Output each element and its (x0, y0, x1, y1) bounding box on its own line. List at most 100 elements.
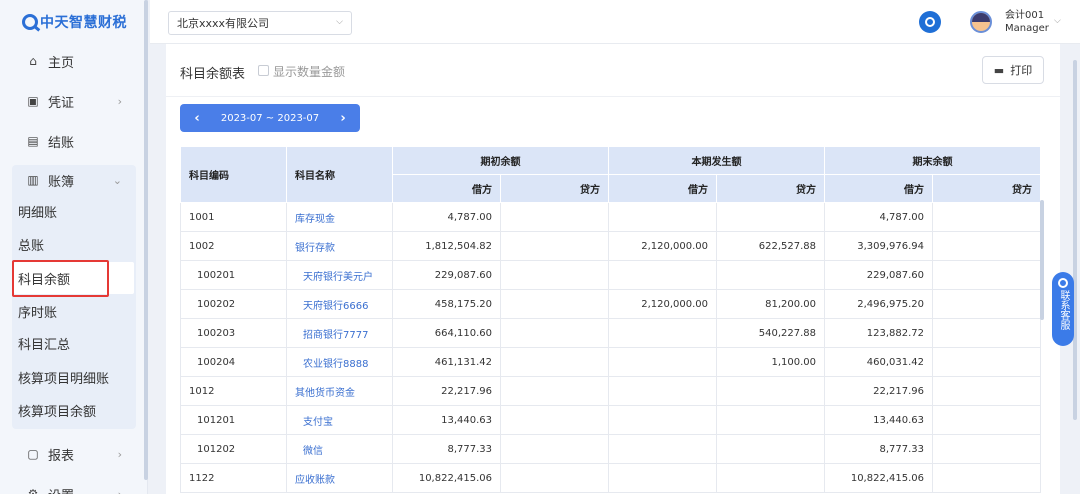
report-icon: ▢ (27, 447, 39, 461)
user-info[interactable]: 会计001 Manager (1005, 9, 1049, 35)
cell-closing-debit: 4,787.00 (824, 202, 933, 232)
sidebar: 中天智慧财税 ⌂ 主页 ▣ 凭证 › ▤ 结账 ▥ 账簿 ⌄ 明细账 总账 科目… (0, 0, 148, 494)
table-row[interactable]: 1002 银行存款 1,812,504.82 2,120,000.00 622,527.… (180, 231, 1041, 261)
cell-opening-credit (500, 405, 609, 435)
sidebar-item-home[interactable]: ⌂ 主页 (0, 41, 140, 81)
page-title: 科目余额表 (180, 67, 246, 82)
logo[interactable]: 中天智慧财税 (22, 11, 127, 33)
cell-closing-debit: 460,031.42 (824, 347, 933, 377)
col-header-name: 科目名称 (286, 146, 393, 203)
cell-opening-debit: 13,440.63 (392, 405, 501, 435)
cell-account-name[interactable]: 应收账款 (286, 463, 393, 493)
cell-account-name[interactable]: 库存现金 (286, 202, 393, 232)
show-qty-checkbox[interactable] (258, 65, 269, 76)
cell-account-name[interactable]: 天府银行6666 (286, 289, 393, 319)
cell-closing-credit (932, 434, 1041, 464)
period-selector: ‹ 2023-07 ~ 2023-07 › (180, 104, 360, 132)
chevron-down-icon: ⌵ (336, 17, 343, 27)
logo-mark-icon (22, 14, 38, 30)
cell-account-name[interactable]: 微信 (286, 434, 393, 464)
cell-closing-debit: 3,309,976.94 (824, 231, 933, 261)
col-header-debit: 借方 (824, 174, 933, 203)
cell-closing-credit (932, 347, 1041, 377)
cell-opening-credit (500, 289, 609, 319)
submenu-item-project-balance[interactable]: 核算项目余额 (18, 394, 96, 426)
cell-opening-credit (500, 347, 609, 377)
cell-opening-credit (500, 202, 609, 232)
sidebar-item-ledger[interactable]: ▥ 账簿 ⌄ (0, 160, 140, 200)
cell-account-name[interactable]: 天府银行美元户 (286, 260, 393, 290)
ledger-icon: ▥ (27, 173, 39, 187)
avatar[interactable] (970, 11, 992, 33)
next-period-icon[interactable]: › (326, 111, 360, 126)
page-scrollbar[interactable] (1073, 60, 1077, 420)
col-header-opening: 期初余额 (392, 146, 609, 175)
cell-opening-debit: 22,217.96 (392, 376, 501, 406)
cell-closing-credit (932, 463, 1041, 493)
chevron-right-icon: › (117, 94, 122, 108)
chevron-right-icon: › (117, 487, 122, 494)
table-row[interactable]: 100203 招商银行7777 664,110.60 540,227.88 123,88… (180, 318, 1041, 348)
table-row[interactable]: 101201 支付宝 13,440.63 13,440.63 (180, 405, 1041, 435)
cell-opening-credit (500, 260, 609, 290)
cell-closing-credit (932, 318, 1041, 348)
period-range[interactable]: 2023-07 ~ 2023-07 (214, 113, 326, 124)
cell-period-debit (608, 376, 717, 406)
table-row[interactable]: 1012 其他货币资金 22,217.96 22,217.96 (180, 376, 1041, 406)
cell-closing-debit: 22,217.96 (824, 376, 933, 406)
company-select[interactable]: 北京xxxx有限公司 ⌵ (168, 11, 352, 35)
table-row[interactable]: 100202 天府银行6666 458,175.20 2,120,000.00 81,2… (180, 289, 1041, 319)
cell-code: 100201 (180, 260, 287, 290)
table-row[interactable]: 1001 库存现金 4,787.00 4,787.00 (180, 202, 1041, 232)
table-row[interactable]: 101202 微信 8,777.33 8,777.33 (180, 434, 1041, 464)
topbar: 北京xxxx有限公司 ⌵ 会计001 Manager ⌵ (150, 0, 1080, 44)
cell-account-name[interactable]: 支付宝 (286, 405, 393, 435)
cell-period-debit (608, 260, 717, 290)
submenu-item-project-detail[interactable]: 核算项目明细账 (18, 361, 109, 393)
sidebar-item-label: 报表 (48, 448, 75, 464)
cell-code: 100204 (180, 347, 287, 377)
headset-icon (1058, 278, 1068, 288)
cell-closing-credit (932, 289, 1041, 319)
sidebar-item-label: 凭证 (48, 95, 75, 111)
submenu-item-general-ledger[interactable]: 总账 (18, 228, 44, 260)
cell-closing-debit: 2,496,975.20 (824, 289, 933, 319)
sidebar-item-settings[interactable]: ⚙ 设置 › (0, 474, 140, 494)
submenu-item-account-summary[interactable]: 科目汇总 (18, 327, 70, 359)
cell-code: 1002 (180, 231, 287, 261)
print-button[interactable]: ▬ 打印 (982, 56, 1044, 84)
show-qty-label: 显示数量金额 (273, 65, 346, 79)
sidebar-item-voucher[interactable]: ▣ 凭证 › (0, 81, 140, 121)
cell-account-name[interactable]: 银行存款 (286, 231, 393, 261)
table-row[interactable]: 1122 应收账款 10,822,415.06 10,822,415.06 (180, 463, 1041, 493)
sidebar-item-label: 设置 (48, 485, 74, 494)
voucher-icon: ▣ (27, 94, 39, 108)
contact-support-button[interactable]: 联系客服 (1052, 272, 1074, 346)
chevron-down-icon[interactable]: ⌵ (1054, 16, 1061, 26)
cell-code: 101202 (180, 434, 287, 464)
cell-closing-credit (932, 376, 1041, 406)
cell-period-debit (608, 434, 717, 464)
cell-period-debit: 2,120,000.00 (608, 231, 717, 261)
prev-period-icon[interactable]: ‹ (180, 111, 214, 126)
table-scrollbar[interactable] (1040, 200, 1044, 320)
submenu-item-journal[interactable]: 序时账 (18, 295, 57, 327)
sidebar-item-checkout[interactable]: ▤ 结账 (0, 121, 140, 161)
checkout-icon: ▤ (27, 134, 39, 148)
sidebar-scrollbar[interactable] (144, 0, 148, 480)
submenu-item-detail-ledger[interactable]: 明细账 (18, 195, 57, 227)
cell-account-name[interactable]: 招商银行7777 (286, 318, 393, 348)
cell-closing-credit (932, 202, 1041, 232)
table-row[interactable]: 100201 天府银行美元户 229,087.60 229,087.60 (180, 260, 1041, 290)
sidebar-item-report[interactable]: ▢ 报表 › (0, 434, 140, 474)
col-header-period: 本期发生额 (608, 146, 825, 175)
support-icon[interactable] (919, 11, 941, 33)
cell-account-name[interactable]: 农业银行8888 (286, 347, 393, 377)
table-row[interactable]: 100204 农业银行8888 461,131.42 1,100.00 460,031.… (180, 347, 1041, 377)
cell-code: 1012 (180, 376, 287, 406)
cell-account-name[interactable]: 其他货币资金 (286, 376, 393, 406)
cell-opening-credit (500, 463, 609, 493)
user-role: Manager (1005, 23, 1049, 34)
print-label: 打印 (1010, 64, 1033, 77)
cell-code: 1001 (180, 202, 287, 232)
